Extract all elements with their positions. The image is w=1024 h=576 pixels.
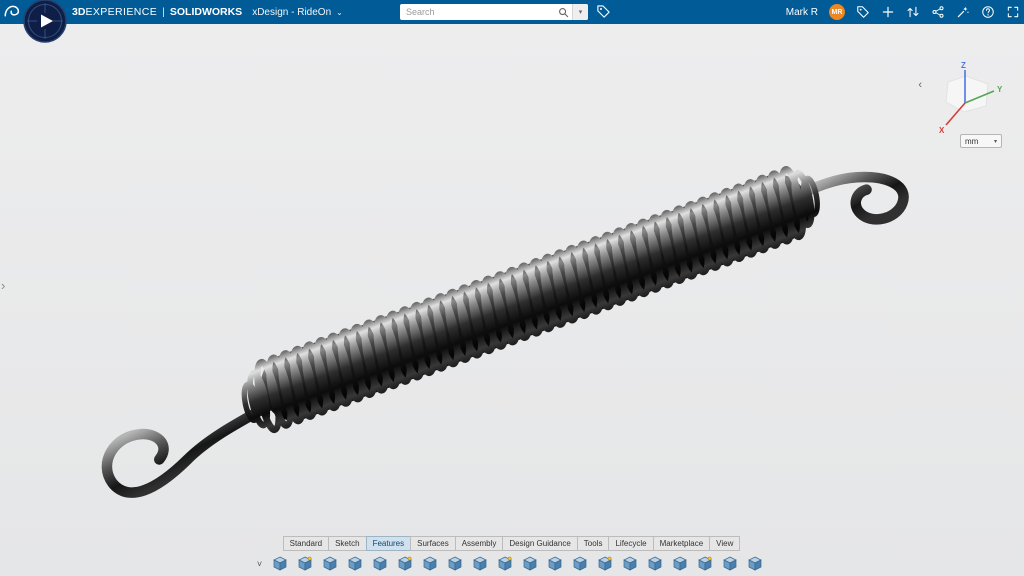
units-value: mm	[965, 137, 978, 146]
tab-assembly[interactable]: Assembly	[455, 536, 504, 551]
tab-marketplace[interactable]: Marketplace	[653, 536, 711, 551]
chevron-down-icon: ▾	[579, 8, 583, 16]
share-icon[interactable]	[931, 5, 945, 19]
loft-icon	[397, 556, 413, 572]
3ds-logo	[3, 3, 21, 21]
tool-loft-button[interactable]	[393, 553, 417, 574]
hole-icon	[547, 556, 563, 572]
extrude-icon	[272, 556, 288, 572]
revolved-cut-icon	[347, 556, 363, 572]
tab-standard[interactable]: Standard	[283, 536, 329, 551]
spring-model[interactable]	[0, 24, 1024, 576]
tool-chamfer-button[interactable]	[443, 553, 467, 574]
brand-divider: |	[162, 6, 165, 18]
units-dropdown[interactable]: mm ▾	[960, 134, 1002, 148]
extruded-cut-icon	[297, 556, 313, 572]
triad-collapse-chevron[interactable]: ‹	[918, 79, 922, 91]
ghost-cube	[946, 76, 988, 112]
circular-pattern-icon	[647, 556, 663, 572]
tab-sketch[interactable]: Sketch	[328, 536, 366, 551]
tool-shell-button[interactable]	[468, 553, 492, 574]
tool-extruded-cut-button[interactable]	[293, 553, 317, 574]
brand-experience: EXPERIENCE	[85, 6, 157, 18]
split-icon	[697, 556, 713, 572]
tool-delete-face-button[interactable]	[743, 553, 767, 574]
tab-lifecycle[interactable]: Lifecycle	[608, 536, 653, 551]
linear-pattern-icon	[622, 556, 638, 572]
tab-tools[interactable]: Tools	[577, 536, 610, 551]
app-title-chevron-icon[interactable]: ⌄	[336, 8, 343, 17]
tab-design-guidance[interactable]: Design Guidance	[502, 536, 577, 551]
top-app-bar: 3DEXPERIENCE | SOLIDWORKS xDesign - Ride…	[0, 0, 1024, 24]
tool-draft-button[interactable]	[493, 553, 517, 574]
toolbar-expand-chevron[interactable]: ˅	[257, 559, 262, 569]
tab-surfaces[interactable]: Surfaces	[410, 536, 456, 551]
compass-badge[interactable]	[23, 0, 67, 43]
brand-3d: 3D	[72, 6, 85, 18]
chevron-down-icon: ▾	[994, 138, 997, 145]
sweep-icon	[372, 556, 388, 572]
chamfer-icon	[447, 556, 463, 572]
z-axis-label: Z	[961, 61, 966, 70]
tool-mirror-button[interactable]	[593, 553, 617, 574]
combine-icon	[722, 556, 738, 572]
tag-icon[interactable]	[856, 5, 870, 19]
tool-extrude-button[interactable]	[268, 553, 292, 574]
brand-area: 3DEXPERIENCE | SOLIDWORKS xDesign - Ride…	[72, 0, 343, 24]
brand-product: SOLIDWORKS	[170, 6, 242, 18]
user-name[interactable]: Mark R	[786, 7, 818, 18]
left-panel-expand-chevron[interactable]: ›	[1, 278, 5, 293]
help-icon[interactable]	[981, 5, 995, 19]
tag-icon	[596, 4, 611, 19]
mirror-icon	[597, 556, 613, 572]
add-icon[interactable]	[881, 5, 895, 19]
draft-icon	[497, 556, 513, 572]
thread-icon	[572, 556, 588, 572]
x-axis-label: X	[939, 126, 945, 135]
tool-revolve-button[interactable]	[318, 553, 342, 574]
tab-features[interactable]: Features	[366, 536, 412, 551]
tab-view[interactable]: View	[709, 536, 740, 551]
tags-button[interactable]	[596, 4, 612, 20]
rib-icon	[522, 556, 538, 572]
search-scope-dropdown[interactable]: ▾	[572, 4, 588, 20]
y-axis-label: Y	[997, 85, 1003, 94]
move-face-icon	[672, 556, 688, 572]
tool-thread-button[interactable]	[568, 553, 592, 574]
orientation-triad[interactable]: Z Y X	[934, 58, 1006, 138]
fullscreen-icon[interactable]	[1006, 5, 1020, 19]
tool-hole-button[interactable]	[543, 553, 567, 574]
app-title: xDesign - RideOn	[252, 7, 331, 18]
avatar[interactable]: MR	[829, 4, 845, 20]
fillet-icon	[422, 556, 438, 572]
tool-rib-button[interactable]	[518, 553, 542, 574]
topbar-right-cluster: Mark R MR	[786, 0, 1020, 24]
import-export-icon[interactable]	[906, 5, 920, 19]
feature-toolbar: ˅	[0, 553, 1024, 574]
tool-sweep-button[interactable]	[368, 553, 392, 574]
tool-fillet-button[interactable]	[418, 553, 442, 574]
delete-face-icon	[747, 556, 763, 572]
search-icon	[558, 7, 569, 18]
revolve-icon	[322, 556, 338, 572]
tool-combine-button[interactable]	[718, 553, 742, 574]
tool-move-face-button[interactable]	[668, 553, 692, 574]
search-input[interactable]	[400, 4, 554, 20]
search-button[interactable]	[554, 4, 572, 20]
tool-linear-pattern-button[interactable]	[618, 553, 642, 574]
assistant-icon[interactable]	[956, 5, 970, 19]
ribbon-tabs: StandardSketchFeaturesSurfacesAssemblyDe…	[0, 536, 1024, 551]
search-bar: ▾	[400, 4, 588, 20]
tool-split-button[interactable]	[693, 553, 717, 574]
shell-icon	[472, 556, 488, 572]
tool-circular-pattern-button[interactable]	[643, 553, 667, 574]
tool-revolved-cut-button[interactable]	[343, 553, 367, 574]
